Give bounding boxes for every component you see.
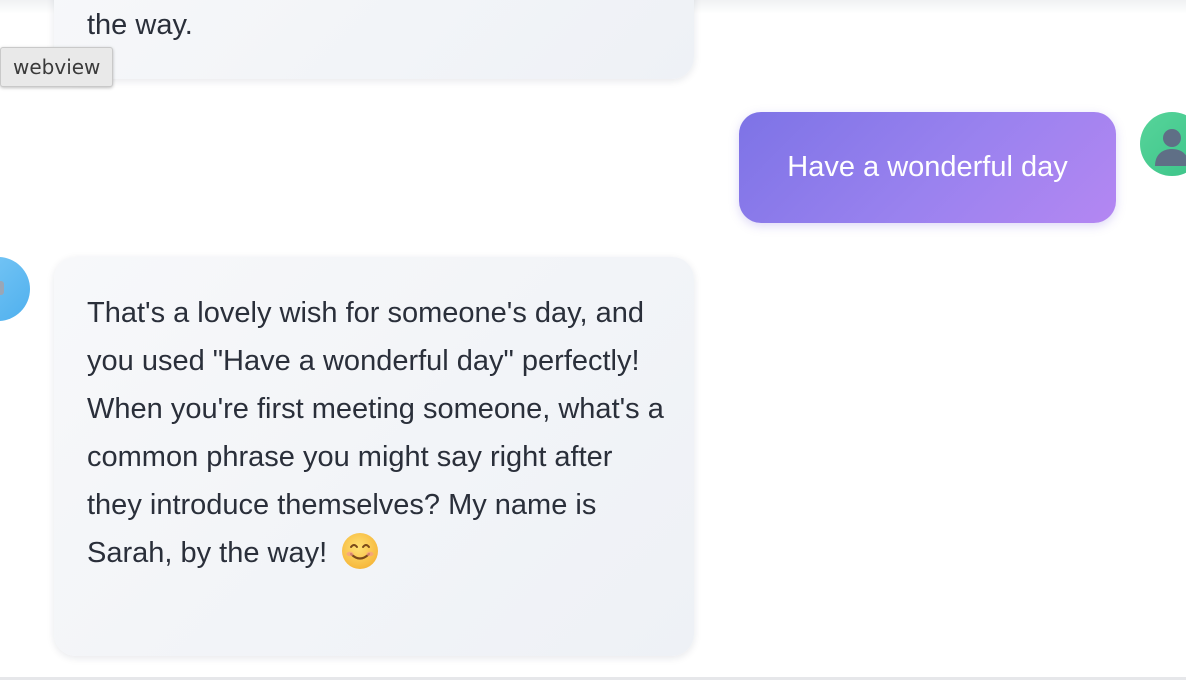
- user-message-bubble: Have a wonderful day: [739, 112, 1116, 223]
- chat-viewport[interactable]: the way. webview Have a wonderful day Th…: [0, 0, 1186, 692]
- user-avatar: [1140, 112, 1186, 176]
- assistant-message-bubble: That's a lovely wish for someone's day, …: [54, 257, 694, 656]
- smiling-face-emoji: [342, 533, 379, 569]
- user-message-text: Have a wonderful day: [787, 151, 1068, 183]
- webview-tooltip: webview: [0, 47, 114, 87]
- robot-icon: [0, 281, 4, 295]
- assistant-message-bubble: the way.: [54, 0, 694, 79]
- divider: [0, 677, 1186, 680]
- assistant-message-text: That's a lovely wish for someone's day, …: [87, 297, 664, 569]
- assistant-avatar: [0, 257, 30, 321]
- person-icon: [1155, 129, 1186, 166]
- assistant-message-text: the way.: [87, 9, 193, 41]
